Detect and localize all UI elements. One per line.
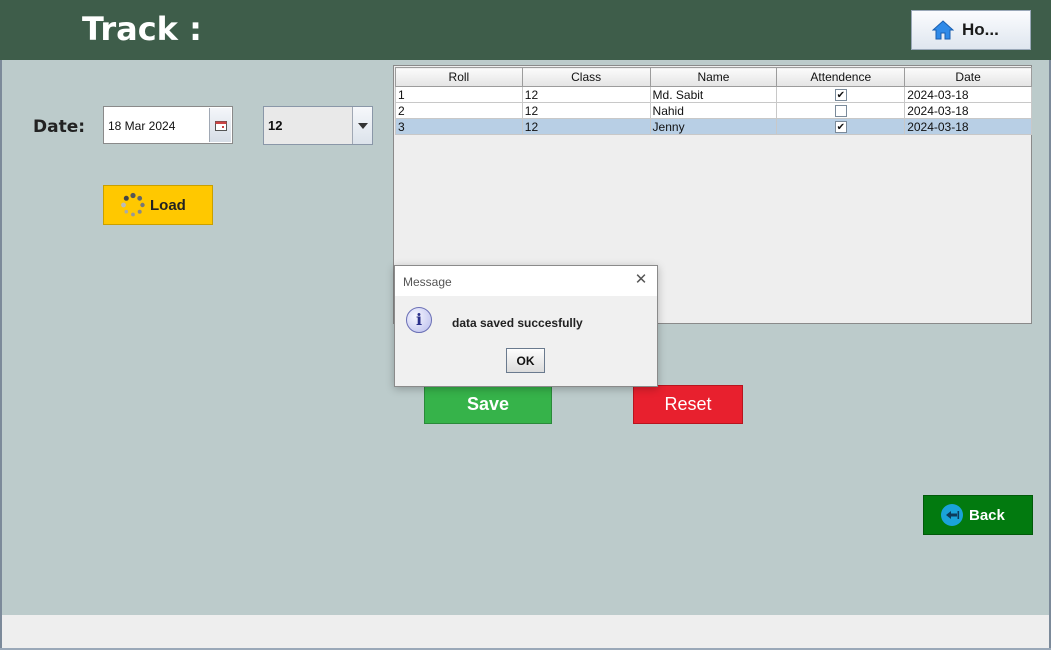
status-strip bbox=[2, 615, 1049, 648]
ok-button[interactable]: OK bbox=[506, 348, 545, 373]
cell-date[interactable]: 2024-03-18 bbox=[904, 102, 1032, 119]
spinner-icon bbox=[121, 192, 145, 217]
home-button[interactable]: Ho... bbox=[911, 10, 1031, 50]
save-button[interactable]: Save bbox=[424, 385, 552, 424]
home-button-label: Ho... bbox=[962, 20, 999, 39]
date-label: Date: bbox=[33, 117, 86, 137]
back-arrow-icon bbox=[941, 504, 963, 526]
table-header-row: Roll Class Name Attendence Date bbox=[395, 67, 1032, 87]
cell-roll[interactable]: 3 bbox=[395, 118, 523, 135]
dialog-message: data saved succesfully bbox=[452, 316, 583, 330]
back-button-label: Back bbox=[969, 506, 1005, 524]
calendar-button[interactable] bbox=[209, 108, 231, 142]
home-icon bbox=[931, 19, 955, 41]
cell-attendance[interactable]: ✔ bbox=[776, 118, 906, 135]
calendar-icon bbox=[214, 120, 227, 131]
cell-attendance[interactable] bbox=[776, 102, 906, 119]
cell-class[interactable]: 12 bbox=[521, 86, 651, 103]
cell-class[interactable]: 12 bbox=[521, 102, 651, 119]
column-header-date[interactable]: Date bbox=[904, 67, 1032, 87]
table-row[interactable]: 2 12 Nahid 2024-03-18 bbox=[395, 102, 1032, 119]
cell-roll[interactable]: 2 bbox=[395, 102, 523, 119]
load-button[interactable]: Load bbox=[103, 185, 213, 225]
cell-class[interactable]: 12 bbox=[521, 118, 651, 135]
cell-attendance[interactable]: ✔ bbox=[776, 86, 906, 103]
column-header-class[interactable]: Class bbox=[521, 67, 651, 87]
class-select-value: 12 bbox=[268, 118, 283, 133]
chevron-down-icon[interactable] bbox=[352, 107, 372, 144]
reset-button[interactable]: Reset bbox=[633, 385, 743, 424]
message-dialog: Message ✕ i data saved succesfully OK bbox=[394, 265, 658, 387]
info-icon: i bbox=[406, 307, 432, 333]
table-row[interactable]: 1 12 Md. Sabit ✔ 2024-03-18 bbox=[395, 86, 1032, 103]
back-button[interactable]: Back bbox=[923, 495, 1033, 535]
column-header-roll[interactable]: Roll bbox=[395, 67, 523, 87]
column-header-name[interactable]: Name bbox=[649, 67, 778, 87]
date-field[interactable]: 18 Mar 2024 bbox=[108, 119, 175, 133]
dialog-title: Message bbox=[403, 275, 452, 289]
cell-name[interactable]: Nahid bbox=[649, 102, 778, 119]
cell-date[interactable]: 2024-03-18 bbox=[904, 86, 1032, 103]
load-button-label: Load bbox=[150, 196, 186, 214]
class-select[interactable]: 12 bbox=[263, 106, 373, 145]
cell-name[interactable]: Jenny bbox=[649, 118, 778, 135]
date-picker[interactable]: 18 Mar 2024 bbox=[103, 106, 233, 144]
attendance-checkbox[interactable]: ✔ bbox=[834, 89, 847, 102]
attendance-checkbox[interactable]: ✔ bbox=[834, 121, 847, 134]
cell-name[interactable]: Md. Sabit bbox=[649, 86, 778, 103]
window-left-border bbox=[0, 60, 2, 648]
attendance-checkbox[interactable] bbox=[834, 105, 847, 118]
cell-date[interactable]: 2024-03-18 bbox=[904, 118, 1032, 135]
cell-roll[interactable]: 1 bbox=[395, 86, 523, 103]
page-title: Track : bbox=[82, 10, 202, 48]
close-icon[interactable]: ✕ bbox=[633, 272, 649, 288]
table-row-selected[interactable]: 3 12 Jenny ✔ 2024-03-18 bbox=[395, 118, 1032, 135]
column-header-attendance[interactable]: Attendence bbox=[776, 67, 906, 87]
